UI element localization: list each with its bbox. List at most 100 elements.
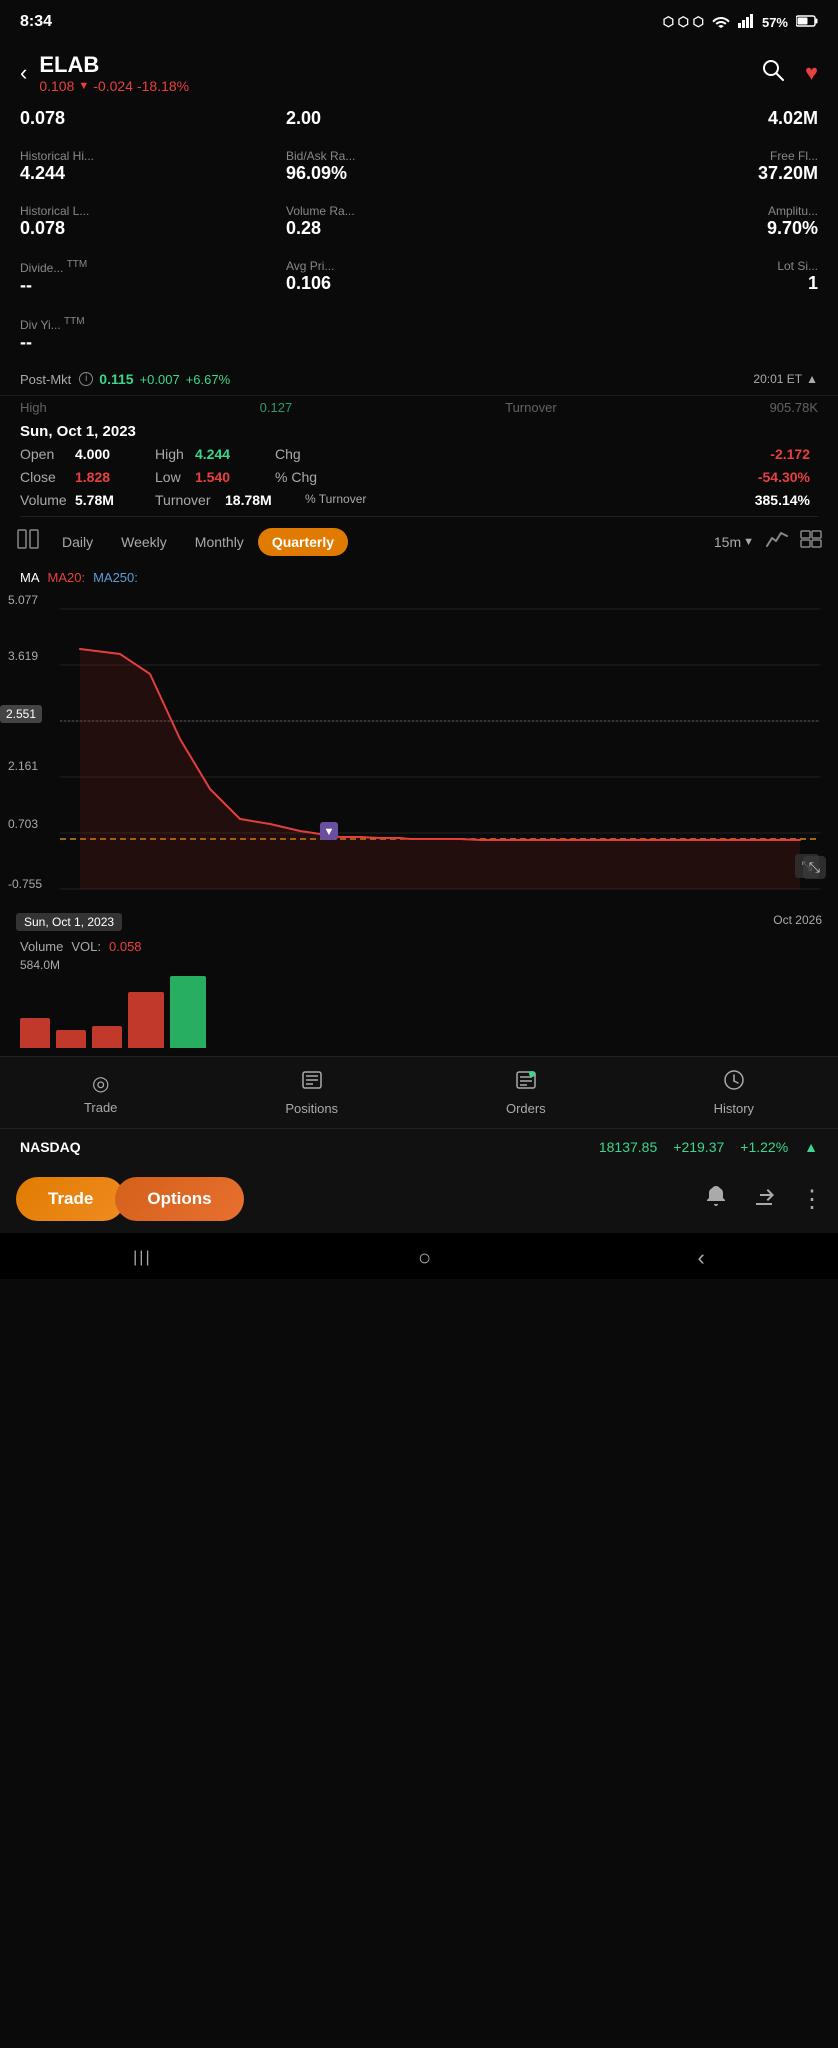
chart-tabs-right: 15m ▼ xyxy=(714,530,822,553)
volume-bars: 584.0M xyxy=(20,958,818,1048)
orders-icon xyxy=(515,1069,537,1097)
stats-row-1: 0.078 2.00 4.02M xyxy=(0,98,838,139)
pct-turnover-value: 385.14% xyxy=(395,490,818,510)
stat-current-price: 0.078 xyxy=(20,102,286,135)
bell-icon[interactable] xyxy=(704,1184,728,1214)
back-button[interactable]: ‹ xyxy=(20,60,27,86)
stat-value: 0.106 xyxy=(286,273,552,294)
share-icon[interactable] xyxy=(752,1184,776,1214)
ohlc-row-2: Close 1.828 Low 1.540 % Chg -54.30% xyxy=(20,467,818,487)
change-pct: -18.18% xyxy=(137,78,189,94)
change-value: -0.024 xyxy=(93,78,133,94)
selected-date: Sun, Oct 1, 2023 xyxy=(20,423,136,440)
android-back-button[interactable]: ‹ xyxy=(698,1245,705,1271)
stats-row-4: Divide... TTM -- Avg Pri... 0.106 Lot Si… xyxy=(0,249,838,306)
chart-type-line-icon[interactable] xyxy=(766,530,788,553)
bottom-nav: ◎ Trade Positions Orders History xyxy=(0,1056,838,1128)
chart-area[interactable]: 5.077 3.619 2.551 2.161 0.703 -0.755 2.5… xyxy=(0,589,838,909)
stat-label: Divide... TTM xyxy=(20,259,286,275)
battery-display: 57% xyxy=(762,15,788,30)
stats-row-5: Div Yi... TTM -- xyxy=(0,306,838,363)
vol-max-label: 584.0M xyxy=(20,958,60,972)
timeframe-label: 15m xyxy=(714,534,741,550)
turnover-label: Turnover xyxy=(505,400,557,415)
trade-button[interactable]: Trade xyxy=(16,1177,125,1221)
turnover-value: 18.78M xyxy=(225,490,305,510)
android-menu-button[interactable]: ||| xyxy=(133,1249,151,1267)
chart-expand-button[interactable]: ⤡ xyxy=(803,856,826,879)
stats-row-3: Historical L... 0.078 Volume Ra... 0.28 … xyxy=(0,194,838,249)
tab-daily[interactable]: Daily xyxy=(48,528,107,556)
low-value: 1.540 xyxy=(195,467,275,487)
lexus-icons: ⬡ ⬡ ⬡ xyxy=(663,14,704,30)
tab-weekly[interactable]: Weekly xyxy=(107,528,181,556)
stat-label: Historical L... xyxy=(20,204,286,218)
chg-value: -2.172 xyxy=(315,444,818,464)
post-market-row: Post-Mkt i 0.115 +0.007 +6.67% 20:01 ET … xyxy=(0,363,838,395)
chg-label: Chg xyxy=(275,444,315,464)
stat-label: Amplitu... xyxy=(552,204,818,218)
post-market-change: +0.007 xyxy=(140,372,180,387)
stat-value: 0.28 xyxy=(286,218,552,239)
stat-value: 4.02M xyxy=(552,108,818,129)
stat-bid-ask: 2.00 xyxy=(286,102,552,135)
timeframe-selector[interactable]: 15m ▼ xyxy=(714,534,754,550)
post-market-price: 0.115 xyxy=(99,371,133,387)
nav-trade[interactable]: ◎ Trade xyxy=(84,1071,117,1115)
stat-label: Volume Ra... xyxy=(286,204,552,218)
open-value: 4.000 xyxy=(75,444,155,464)
battery-icon xyxy=(796,14,818,30)
volume-label: Volume xyxy=(20,939,63,954)
ohlc-section: Open 4.000 High 4.244 Chg -2.172 Close 1… xyxy=(0,442,838,516)
tab-monthly[interactable]: Monthly xyxy=(181,528,258,556)
stat-label: Div Yi... TTM xyxy=(20,316,286,332)
nav-positions[interactable]: Positions xyxy=(285,1069,338,1116)
market-price: 18137.85 xyxy=(599,1139,657,1155)
android-home-button[interactable]: ○ xyxy=(418,1245,431,1271)
post-market-time: 20:01 ET xyxy=(753,372,802,386)
high-value: 0.127 xyxy=(260,400,293,415)
vol-bar-2 xyxy=(56,1030,86,1048)
stats-row-2: Historical Hi... 4.244 Bid/Ask Ra... 96.… xyxy=(0,139,838,194)
stat-div-yi: Div Yi... TTM -- xyxy=(20,310,286,359)
vol-bar-3 xyxy=(92,1026,122,1048)
post-market-right: 20:01 ET ▲ xyxy=(753,372,818,386)
market-right: 18137.85 +219.37 +1.22% ▲ xyxy=(599,1139,818,1155)
high-label: High xyxy=(155,444,195,464)
positions-icon xyxy=(301,1069,323,1097)
market-bar: NASDAQ 18137.85 +219.37 +1.22% ▲ xyxy=(0,1128,838,1165)
post-market-info-icon[interactable]: i xyxy=(79,372,93,386)
chart-toggle-icon[interactable] xyxy=(16,527,40,556)
ticker-info: ELAB 0.108 ▼ -0.024 -18.18% xyxy=(39,52,189,94)
ma-label: MA xyxy=(20,570,40,585)
nav-orders[interactable]: Orders xyxy=(506,1069,546,1116)
stat-value: 0.078 xyxy=(20,108,286,129)
ohlc-row-3: Volume 5.78M Turnover 18.78M % Turnover … xyxy=(20,490,818,510)
nav-positions-label: Positions xyxy=(285,1101,338,1116)
nav-history[interactable]: History xyxy=(714,1069,754,1116)
volume-value: 5.78M xyxy=(75,490,155,510)
history-icon xyxy=(723,1069,745,1097)
header-right: ♥ xyxy=(761,58,818,88)
stat-label: Historical Hi... xyxy=(20,149,286,163)
chart-ma-labels: MA MA20: MA250: xyxy=(0,566,838,589)
status-icons: ⬡ ⬡ ⬡ 57% xyxy=(663,14,818,31)
close-value: 1.828 xyxy=(75,467,155,487)
chart-type-grid-icon[interactable] xyxy=(800,530,822,553)
stat-vol-ra: Volume Ra... 0.28 xyxy=(286,198,552,245)
options-button[interactable]: Options xyxy=(115,1177,243,1221)
svg-text:▼: ▼ xyxy=(324,826,335,838)
trade-icon: ◎ xyxy=(92,1071,109,1096)
favorite-button[interactable]: ♥ xyxy=(805,60,818,86)
tab-quarterly[interactable]: Quarterly xyxy=(258,528,348,556)
stat-value: 96.09% xyxy=(286,163,552,184)
search-button[interactable] xyxy=(761,58,785,88)
stat-hist-lo: Historical L... 0.078 xyxy=(20,198,286,245)
trade-bar: Trade Options ⋮ xyxy=(0,1165,838,1233)
more-icon[interactable]: ⋮ xyxy=(800,1185,822,1214)
header-left: ‹ ELAB 0.108 ▼ -0.024 -18.18% xyxy=(20,52,189,94)
selected-price-label: 2.551 xyxy=(0,705,42,723)
stat-value: -- xyxy=(20,332,286,353)
vol-bar-1 xyxy=(20,1018,50,1048)
post-market-arrow: ▲ xyxy=(806,372,818,386)
